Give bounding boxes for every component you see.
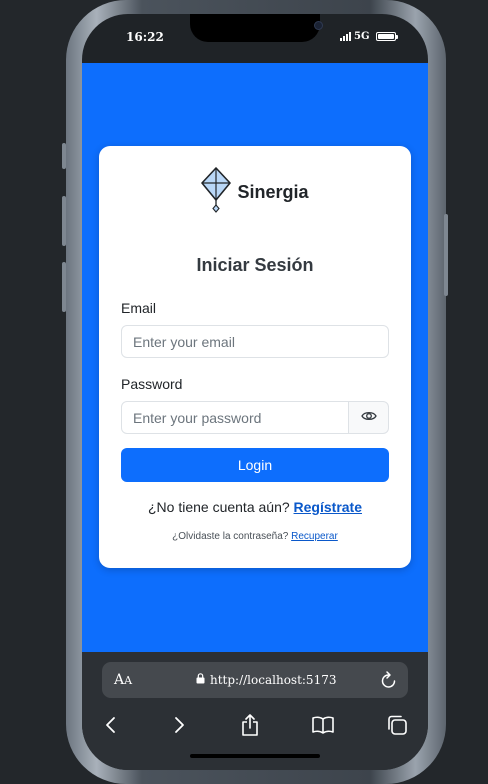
password-label: Password [121,376,183,392]
lock-icon [196,673,205,687]
login-button[interactable]: Login [121,448,389,482]
signal-icon [340,32,351,41]
tabs-icon [388,715,407,735]
brand-name: Sinergia [237,182,309,202]
phone-power-button [444,214,448,296]
bookmarks-button[interactable] [308,710,338,740]
browser-toolbar [82,710,428,740]
page-title: Iniciar Sesión [196,255,314,275]
page-background: Sinergia Iniciar Sesión Email Password [82,63,428,652]
network-label: 5G [354,31,370,42]
password-toggle-button[interactable] [349,401,389,434]
login-card: Sinergia Iniciar Sesión Email Password [99,146,411,568]
chevron-left-icon [106,717,115,733]
phone-screen: 16:22 5G Sinergia Iniciar Sesión Email E… [82,14,428,770]
forgot-prompt: ¿Olvidaste la contraseña? [172,531,289,542]
status-time: 16:22 [126,30,164,44]
aa-small: A [124,674,133,687]
reload-button[interactable] [380,670,398,695]
password-field[interactable] [121,401,349,434]
recover-link[interactable]: Recuperar [291,531,338,542]
reload-icon [380,671,398,694]
back-button[interactable] [96,710,126,740]
signup-link[interactable]: Regístrate [294,499,362,515]
forward-button[interactable] [164,710,194,740]
signup-row: ¿No tiene cuenta aún? Regístrate [99,499,411,515]
brand: Sinergia [99,166,411,219]
camera-icon [314,21,323,30]
share-icon [242,714,258,736]
aa-large: A [114,672,125,688]
status-bar: 16:22 5G [82,14,428,63]
battery-icon [375,32,398,41]
phone-volume-up [62,196,66,246]
reader-settings-button[interactable]: AA [114,672,132,688]
url-display[interactable]: http://localhost:5173 [196,673,336,687]
notch [190,14,323,42]
phone-volume-down [62,262,66,312]
tabs-button[interactable] [382,710,412,740]
home-indicator [190,754,320,758]
password-group [121,401,389,434]
email-label: Email [121,300,157,316]
kite-icon [201,166,232,219]
browser-bar: AA http://localhost:5173 [82,652,428,770]
forgot-password-row: ¿Olvidaste la contraseña? Recuperar [99,531,411,542]
address-bar[interactable]: AA http://localhost:5173 [102,662,408,698]
book-icon [312,716,334,734]
share-button[interactable] [235,710,265,740]
email-field[interactable] [121,325,389,358]
phone-silent-switch [62,143,66,169]
status-indicators: 5G [340,31,398,42]
url-text: http://localhost:5173 [210,673,337,687]
eye-icon [360,410,377,425]
chevron-right-icon [175,717,184,733]
signup-prompt: ¿No tiene cuenta aún? [147,499,290,515]
